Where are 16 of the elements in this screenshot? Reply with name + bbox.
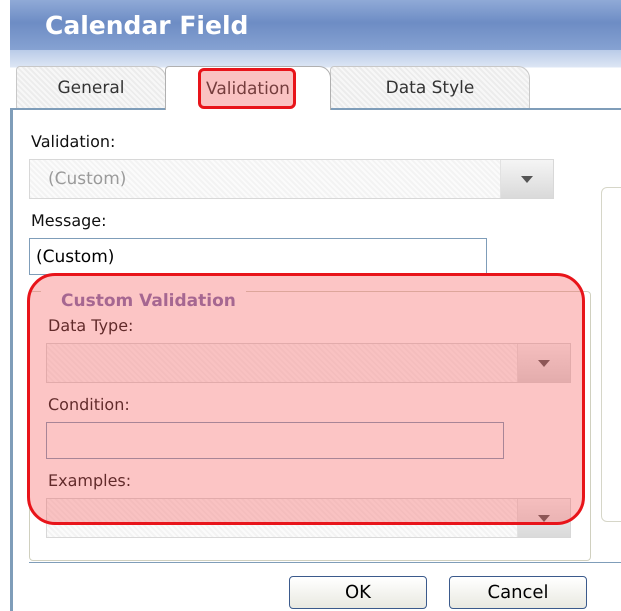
dropdown-arrow-icon — [538, 360, 550, 366]
dropdown-arrow-icon — [521, 176, 533, 182]
field-label: Message: — [31, 211, 107, 230]
text-field[interactable] — [46, 422, 504, 459]
tab[interactable]: Validation — [165, 66, 331, 110]
dialog-button[interactable]: OK — [289, 576, 427, 609]
field-label: Examples: — [48, 471, 132, 490]
window-title: Calendar Field — [45, 10, 248, 40]
tab[interactable]: Data Style — [330, 66, 530, 108]
tab[interactable]: General — [16, 66, 166, 108]
field-label: Data Type: — [48, 316, 134, 335]
field-label: Validation: — [31, 132, 116, 151]
dialog-button[interactable]: Cancel — [449, 576, 587, 609]
text-field[interactable]: (Custom) — [29, 238, 487, 275]
field-label: Condition: — [48, 395, 130, 414]
dropdown-arrow-icon — [538, 514, 550, 522]
